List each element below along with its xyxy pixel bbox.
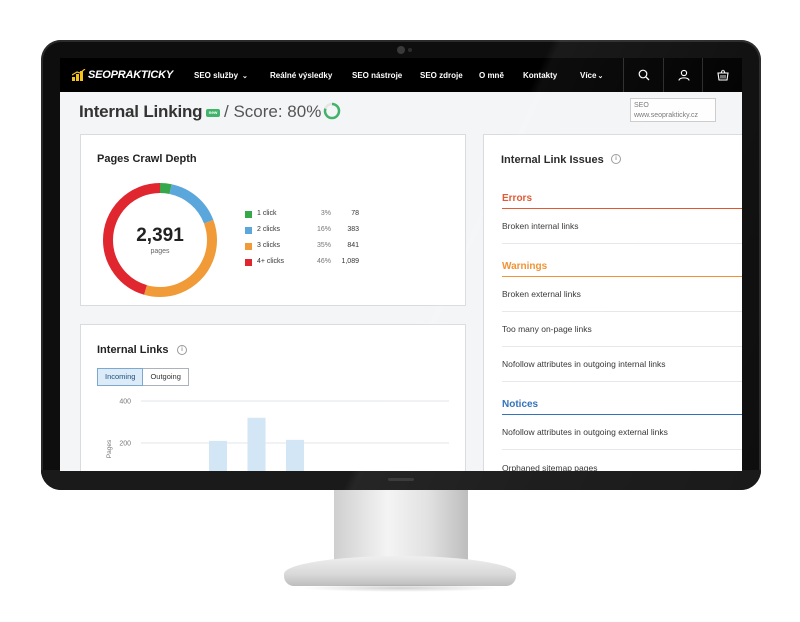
- monitor-stand-base: [284, 556, 516, 586]
- legend-percent: 16%: [316, 226, 331, 233]
- issues-card: Internal Link Issues i Errors Broken int…: [483, 134, 742, 471]
- issues-title: Internal Link Issues: [501, 154, 604, 166]
- total-pages-value: 2,391: [136, 225, 184, 246]
- legend-swatch: [245, 211, 252, 218]
- tab-outgoing[interactable]: Outgoing: [143, 368, 189, 386]
- legend-label: 4+ clicks: [257, 258, 285, 265]
- info-icon[interactable]: i: [177, 345, 187, 355]
- y-tick-label: 400: [119, 399, 131, 406]
- legend-percent: 46%: [316, 258, 331, 265]
- screen: SEOPRAKTICKY SEO služby ⌄ Reálné výsledky…: [60, 58, 742, 471]
- top-navbar: SEOPRAKTICKY SEO služby ⌄ Reálné výsledky…: [60, 58, 742, 92]
- legend-swatch: [245, 227, 252, 234]
- basket-icon: [716, 69, 729, 81]
- nav-item-seo-sluzby[interactable]: SEO služby ⌄: [194, 71, 248, 80]
- crawl-depth-title: Pages Crawl Depth: [97, 153, 197, 165]
- issue-row[interactable]: Broken internal links: [502, 209, 742, 244]
- basket-button[interactable]: [702, 58, 742, 92]
- score-ring-icon: [323, 102, 341, 120]
- legend-swatch: [245, 259, 252, 266]
- nav-item-kontakty[interactable]: Kontakty: [523, 71, 557, 80]
- y-tick-label: 200: [119, 441, 131, 448]
- nav-item-realne-vysledky[interactable]: Reálné výsledky: [270, 71, 332, 80]
- user-icon: [677, 69, 690, 81]
- issue-row[interactable]: Broken external links: [502, 277, 742, 312]
- info-icon[interactable]: i: [611, 154, 621, 164]
- legend-row: 4+ clicks 46% 1,089: [245, 257, 365, 269]
- bar-3[interactable]: [286, 439, 304, 471]
- crawl-depth-card: Pages Crawl Depth 2,391 pages 1 click 3%…: [80, 134, 466, 306]
- issue-row[interactable]: Nofollow attributes in outgoing external…: [502, 415, 742, 450]
- internal-links-card: Internal Links i Incoming Outgoing Pages…: [80, 324, 466, 471]
- legend-count: 383: [347, 226, 359, 233]
- tab-incoming[interactable]: Incoming: [97, 368, 144, 386]
- donut-center: 2,391 pages: [101, 225, 219, 255]
- legend-row: 3 clicks 35% 841: [245, 241, 365, 253]
- search-icon: [638, 69, 649, 81]
- watermark-line2: www.seoprakticky.cz: [634, 112, 699, 119]
- internal-links-title: Internal Links: [97, 344, 169, 356]
- y-axis-label: Pages: [106, 439, 113, 458]
- new-badge: new: [206, 109, 220, 117]
- internal-links-bar-chart: Pages 200 400: [106, 399, 449, 471]
- nav-item-seo-zdroje[interactable]: SEO zdroje: [420, 71, 463, 80]
- webcam-sensor-icon: [408, 48, 412, 52]
- watermark-line1: SEO: [634, 102, 649, 109]
- chevron-down-icon: ⌄: [597, 72, 604, 80]
- bar-1[interactable]: [209, 440, 227, 471]
- chevron-down-icon: ⌄: [242, 72, 248, 80]
- links-direction-toggle: Incoming Outgoing: [97, 368, 189, 386]
- watermark: SEO www.seoprakticky.cz: [630, 98, 716, 122]
- legend-percent: 3%: [320, 210, 331, 217]
- page-title: Internal Linking: [79, 102, 203, 121]
- nav-item-label: SEO služby: [194, 70, 239, 80]
- search-button[interactable]: [623, 58, 663, 92]
- legend-count: 78: [351, 210, 359, 217]
- legend-count: 1,089: [341, 258, 359, 265]
- account-button[interactable]: [663, 58, 703, 92]
- issue-row[interactable]: Too many on-page links: [502, 312, 742, 347]
- legend-row: 1 click 3% 78: [245, 209, 365, 221]
- nav-item-o-mne[interactable]: O mně: [479, 71, 504, 80]
- legend-label: 2 clicks: [257, 226, 280, 233]
- legend-count: 841: [347, 242, 359, 249]
- issue-row[interactable]: Orphaned sitemap pages: [502, 450, 742, 472]
- nav-item-vice[interactable]: Více⌄: [580, 71, 603, 80]
- legend-percent: 35%: [316, 242, 331, 249]
- score-label: / Score: 80%: [224, 102, 322, 121]
- nav-item-label: Více: [580, 70, 597, 80]
- logo-text: SEOPRAKTICKY: [88, 69, 173, 81]
- section-notices: Notices: [502, 399, 539, 410]
- legend-row: 2 clicks 16% 383: [245, 225, 365, 237]
- nav-item-seo-nastroje[interactable]: SEO nástroje: [352, 71, 402, 80]
- section-warnings: Warnings: [502, 261, 548, 272]
- section-errors: Errors: [502, 193, 533, 204]
- bar-2[interactable]: [247, 417, 266, 471]
- issue-row[interactable]: Nofollow attributes in outgoing internal…: [502, 347, 742, 382]
- legend-label: 1 click: [257, 210, 277, 217]
- site-logo[interactable]: SEOPRAKTICKY: [72, 69, 176, 81]
- legend-label: 3 clicks: [257, 242, 280, 249]
- legend-swatch: [245, 243, 252, 250]
- monitor-slot: [388, 478, 414, 481]
- webcam-icon: [397, 46, 405, 54]
- monitor-stand-shadow: [300, 584, 500, 592]
- total-pages-label: pages: [150, 248, 170, 255]
- logo-bars-icon: [72, 69, 86, 81]
